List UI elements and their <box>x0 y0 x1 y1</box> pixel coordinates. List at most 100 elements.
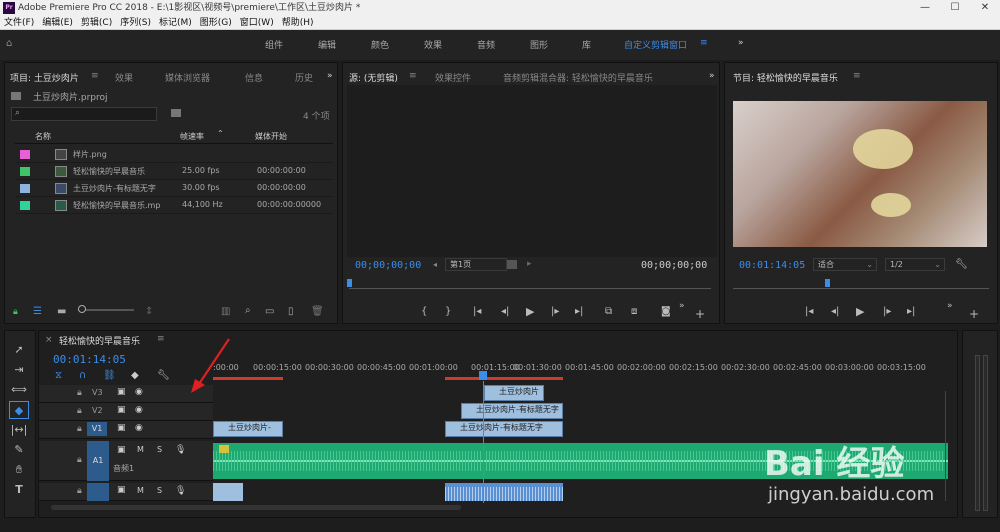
export-frame-icon[interactable]: ◙ <box>661 306 671 317</box>
icon-view-icon[interactable]: ▬ <box>57 306 66 317</box>
lock-icon[interactable]: 🔒︎ <box>77 455 82 465</box>
track-select-tool-icon[interactable]: ⇥ <box>9 361 29 379</box>
source-menu-icon[interactable]: ≡ <box>409 71 417 81</box>
quality-select[interactable]: 1/2 ⌄ <box>885 258 945 271</box>
track-header-v2[interactable]: 🔒︎ V2 ▣ ◉ <box>39 403 213 421</box>
type-tool-icon[interactable]: T <box>9 481 29 499</box>
more-controls-icon[interactable]: » <box>947 301 953 311</box>
play-icon[interactable]: ▶ <box>526 305 534 318</box>
step-forward-icon[interactable]: |▸ <box>883 306 891 317</box>
solo-icon[interactable]: S <box>157 486 162 495</box>
lock-icon[interactable]: 🔒︎ <box>13 307 18 317</box>
source-viewer[interactable] <box>347 85 717 257</box>
lock-icon[interactable]: 🔒︎ <box>77 486 82 496</box>
ws-color[interactable]: 颜色 <box>371 38 389 51</box>
ws-graphics[interactable]: 图形 <box>530 38 548 51</box>
col-fps[interactable]: 帧速率 <box>180 131 204 142</box>
find-icon[interactable]: ⌕ <box>245 305 251 316</box>
close-icon[interactable]: ✕ <box>970 0 1000 16</box>
ws-effects[interactable]: 效果 <box>424 38 442 51</box>
menu-clip[interactable]: 剪辑(C) <box>77 16 116 30</box>
audio-clip[interactable] <box>445 483 563 501</box>
project-item-row[interactable]: 轻松愉快的早晨音乐.mp 44,100 Hz 00:00:00:00000 <box>15 197 333 214</box>
mute-icon[interactable]: M <box>137 445 144 454</box>
fit-select[interactable]: 适合 ⌄ <box>813 258 877 271</box>
trash-icon[interactable]: 🗑︎ <box>311 306 324 317</box>
menu-window[interactable]: 窗口(W) <box>236 16 278 30</box>
lock-icon[interactable]: 🔒︎ <box>77 388 82 398</box>
mark-out-icon[interactable]: } <box>445 306 451 317</box>
step-back-icon[interactable]: ◂| <box>831 306 839 317</box>
new-bin-button-icon[interactable]: ▭ <box>265 306 274 317</box>
add-marker-icon[interactable]: ◆ <box>131 370 139 381</box>
linked-selection-icon[interactable]: ⛓︎ <box>103 370 116 381</box>
wrench-icon[interactable]: 🔧︎ <box>157 370 170 381</box>
audio-clip[interactable] <box>213 483 243 501</box>
minimize-icon[interactable]: — <box>910 0 940 16</box>
slip-tool-icon[interactable]: |↔| <box>9 421 29 439</box>
col-start[interactable]: 媒体开始 <box>255 131 287 142</box>
prev-icon[interactable]: ◂ <box>433 260 437 269</box>
tab-media-browser[interactable]: 媒体浏览器 <box>165 71 210 84</box>
add-button-icon[interactable]: + <box>969 307 979 321</box>
maximize-icon[interactable]: ☐ <box>940 0 970 16</box>
page-icon[interactable] <box>507 260 517 269</box>
new-bin-icon[interactable] <box>171 109 181 117</box>
source-scrubber[interactable] <box>347 279 711 289</box>
sync-lock-icon[interactable]: ▣ <box>117 445 126 455</box>
tab-program[interactable]: 节目: 轻松愉快的早晨音乐 <box>733 71 838 84</box>
source-timecode[interactable]: 00;00;00;00 <box>355 260 421 271</box>
eye-icon[interactable]: ◉ <box>135 405 143 415</box>
overwrite-icon[interactable]: ⧈ <box>631 306 637 317</box>
playhead-icon[interactable] <box>347 279 352 287</box>
eye-icon[interactable]: ◉ <box>135 423 143 433</box>
project-item-row[interactable]: 样片.png <box>15 146 333 163</box>
razor-tool-icon[interactable]: ◆ <box>9 401 29 419</box>
add-button-icon[interactable]: + <box>695 307 705 321</box>
ws-more-icon[interactable]: » <box>738 38 744 48</box>
program-scrubber[interactable] <box>733 279 989 289</box>
project-search-input[interactable]: ⌕ <box>11 107 157 121</box>
wrench-icon[interactable]: 🔧︎ <box>955 259 968 270</box>
snap-icon[interactable]: ∩ <box>79 370 86 381</box>
go-to-in-icon[interactable]: |◂ <box>473 306 481 317</box>
sort-ascending-icon[interactable]: ⌃ <box>217 129 224 138</box>
new-item-icon[interactable]: ▯ <box>288 306 294 317</box>
go-to-in-icon[interactable]: |◂ <box>805 306 813 317</box>
program-video-frame[interactable] <box>733 101 987 247</box>
horizontal-scrollbar[interactable] <box>51 505 461 510</box>
mute-icon[interactable]: M <box>137 486 144 495</box>
selection-tool-icon[interactable]: ➚ <box>9 341 29 359</box>
home-icon[interactable]: ⌂ <box>6 38 12 49</box>
more-panels-icon[interactable]: » <box>327 71 333 81</box>
hand-tool-icon[interactable]: ✋︎ <box>9 461 29 479</box>
nest-icon[interactable]: ⧖ <box>55 370 62 381</box>
sequence-menu-icon[interactable]: ≡ <box>157 334 165 344</box>
tab-source[interactable]: 源: (无剪辑) <box>349 71 398 84</box>
menu-help[interactable]: 帮助(H) <box>278 16 318 30</box>
zoom-slider[interactable] <box>78 305 134 313</box>
ws-libraries[interactable]: 库 <box>582 38 591 51</box>
tab-history[interactable]: 历史 <box>295 71 313 84</box>
program-menu-icon[interactable]: ≡ <box>853 71 861 81</box>
next-icon[interactable]: ▸ <box>527 259 532 269</box>
ws-audio[interactable]: 音频 <box>477 38 495 51</box>
lock-icon[interactable]: 🔒︎ <box>77 406 82 416</box>
video-clip[interactable]: 土豆炒肉片 <box>484 385 544 401</box>
mark-in-icon[interactable]: { <box>421 306 427 317</box>
lock-icon[interactable]: 🔒︎ <box>77 424 82 434</box>
project-item-row[interactable]: 土豆炒肉片-有标题无字 30.00 fps 00:00:00:00 <box>15 180 333 197</box>
ripple-edit-tool-icon[interactable]: ⟺ <box>9 381 29 399</box>
automate-icon[interactable]: ▥ <box>221 306 230 317</box>
tab-project[interactable]: 项目: 土豆炒肉片 <box>10 71 79 84</box>
slider-handle[interactable] <box>78 305 86 313</box>
go-to-out-icon[interactable]: ▸| <box>575 306 583 317</box>
tab-audio-mixer[interactable]: 音频剪辑混合器: 轻松愉快的早晨音乐 <box>503 71 653 84</box>
microphone-icon[interactable]: 🎙︎ <box>175 445 186 455</box>
pen-tool-icon[interactable]: ✎ <box>9 441 29 459</box>
video-clip[interactable]: 土豆炒肉片-有标题无字 <box>445 421 563 437</box>
step-back-icon[interactable]: ◂| <box>501 306 509 317</box>
tab-effects[interactable]: 效果 <box>115 71 133 84</box>
ws-editing[interactable]: 编辑 <box>318 38 336 51</box>
col-name[interactable]: 名称 <box>35 131 51 142</box>
